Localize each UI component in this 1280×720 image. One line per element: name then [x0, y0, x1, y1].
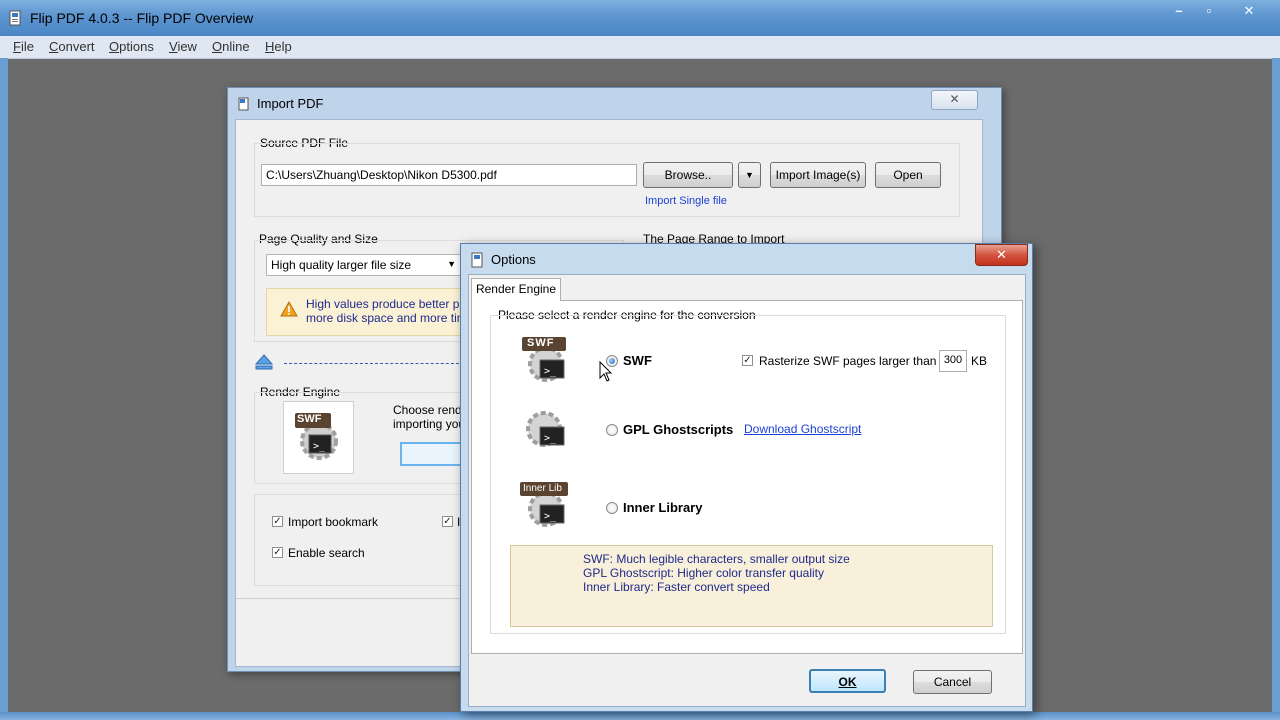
menu-convert[interactable]: Convert — [49, 39, 95, 54]
secondary-option-checkbox[interactable]: ✓ — [442, 516, 453, 527]
cancel-button[interactable]: Cancel — [913, 670, 992, 694]
options-close-button[interactable]: ✕ — [975, 244, 1028, 266]
options-app-icon — [471, 252, 483, 268]
inner-lib-badge: Inner Lib — [523, 483, 562, 494]
open-button[interactable]: Open — [875, 162, 941, 188]
inner-library-radio[interactable] — [606, 502, 618, 514]
ok-button-label: OK — [838, 675, 857, 689]
tab-render-engine[interactable]: Render Engine — [471, 278, 561, 301]
import-close-button[interactable]: ✕ — [931, 90, 978, 110]
quality-warning-box: High values produce better pa more disk … — [266, 288, 468, 336]
menu-online[interactable]: Online — [212, 39, 250, 54]
import-bookmark-label: Import bookmark — [288, 515, 379, 529]
maximize-button[interactable]: ▫ — [1194, 0, 1224, 22]
ok-button[interactable]: OK — [809, 669, 886, 693]
eject-icon — [254, 354, 274, 370]
render-engine-preview: >_ SWF — [283, 401, 354, 474]
swf-badge-text: SWF — [297, 413, 322, 425]
mouse-cursor-icon — [599, 361, 613, 382]
import-options-group — [254, 494, 466, 586]
window-border-right — [1272, 58, 1280, 712]
quality-select-value: High quality larger file size — [271, 258, 412, 272]
menu-file[interactable]: File — [13, 39, 34, 54]
cancel-button-label: Cancel — [933, 675, 972, 689]
ghostscript-radio[interactable] — [606, 424, 618, 436]
render-desc-line1: Choose rend — [393, 403, 462, 417]
menu-bar: File Convert Options View Online Help — [0, 36, 1280, 59]
engine-info-box: SWF: Much legible characters, smaller ou… — [510, 545, 993, 627]
window-border-left — [0, 58, 8, 712]
rasterize-unit: KB — [971, 354, 988, 368]
menu-options[interactable]: Options — [109, 39, 154, 54]
warning-text-line2: more disk space and more tim — [306, 311, 467, 325]
app-icon — [9, 10, 21, 26]
document-icon — [238, 97, 249, 111]
options-dialog: Options ✕ Render Engine Please select a … — [460, 243, 1033, 712]
rasterize-size-field[interactable]: 300 — [939, 350, 967, 372]
svg-text:>_: >_ — [544, 366, 557, 377]
info-line-ghostscript: GPL Ghostscript: Higher color transfer q… — [583, 566, 824, 580]
browse-dropdown-button[interactable]: ▼ — [738, 162, 761, 188]
quality-select[interactable]: High quality larger file size ▼ — [266, 254, 462, 276]
menu-help[interactable]: Help — [265, 39, 292, 54]
window-title: Flip PDF 4.0.3 -- Flip PDF Overview — [30, 10, 254, 26]
info-line-inner-library: Inner Library: Faster convert speed — [583, 580, 770, 594]
svg-text:>_: >_ — [544, 511, 557, 522]
download-ghostscript-link[interactable]: Download Ghostscript — [744, 422, 861, 436]
svg-text:>_: >_ — [544, 433, 557, 444]
swf-badge: SWF — [527, 337, 555, 349]
source-path-field[interactable]: C:\Users\Zhuang\Desktop\Nikon D5300.pdf — [261, 164, 637, 186]
inner-library-engine-label[interactable]: Inner Library — [623, 500, 702, 515]
render-desc-line2: importing you — [393, 417, 466, 431]
window-border-bottom — [0, 712, 1280, 720]
import-images-button[interactable]: Import Image(s) — [770, 162, 866, 188]
svg-text:>_: >_ — [313, 441, 326, 452]
menu-view[interactable]: View — [169, 39, 197, 54]
ghostscript-engine-icon: >_ — [526, 411, 565, 447]
import-dialog-title: Import PDF — [257, 96, 324, 111]
browse-button[interactable]: Browse.. — [643, 162, 733, 188]
chevron-down-icon: ▼ — [447, 259, 456, 269]
section-divider — [284, 363, 464, 364]
main-title-bar: Flip PDF 4.0.3 -- Flip PDF Overview – ▫ … — [0, 0, 1280, 36]
import-single-file-link[interactable]: Import Single file — [645, 195, 727, 207]
ghostscript-engine-label[interactable]: GPL Ghostscripts — [623, 422, 733, 437]
minimize-button[interactable]: – — [1164, 0, 1194, 22]
info-line-swf: SWF: Much legible characters, smaller ou… — [583, 552, 850, 566]
rasterize-label: Rasterize SWF pages larger than — [759, 354, 937, 368]
close-button[interactable]: ✕ — [1234, 0, 1264, 22]
options-dialog-title: Options — [491, 252, 536, 267]
warning-icon — [280, 301, 298, 317]
options-dialog-body: Render Engine Please select a render eng… — [468, 274, 1026, 707]
import-bookmark-checkbox[interactable]: ✓ — [272, 516, 283, 527]
swf-engine-label[interactable]: SWF — [623, 353, 652, 368]
enable-search-label: Enable search — [288, 546, 365, 560]
enable-search-checkbox[interactable]: ✓ — [272, 547, 283, 558]
render-engine-tab-panel: Please select a render engine for the co… — [471, 300, 1023, 654]
rasterize-checkbox[interactable]: ✓ — [742, 355, 753, 366]
warning-text-line1: High values produce better pa — [306, 297, 467, 311]
